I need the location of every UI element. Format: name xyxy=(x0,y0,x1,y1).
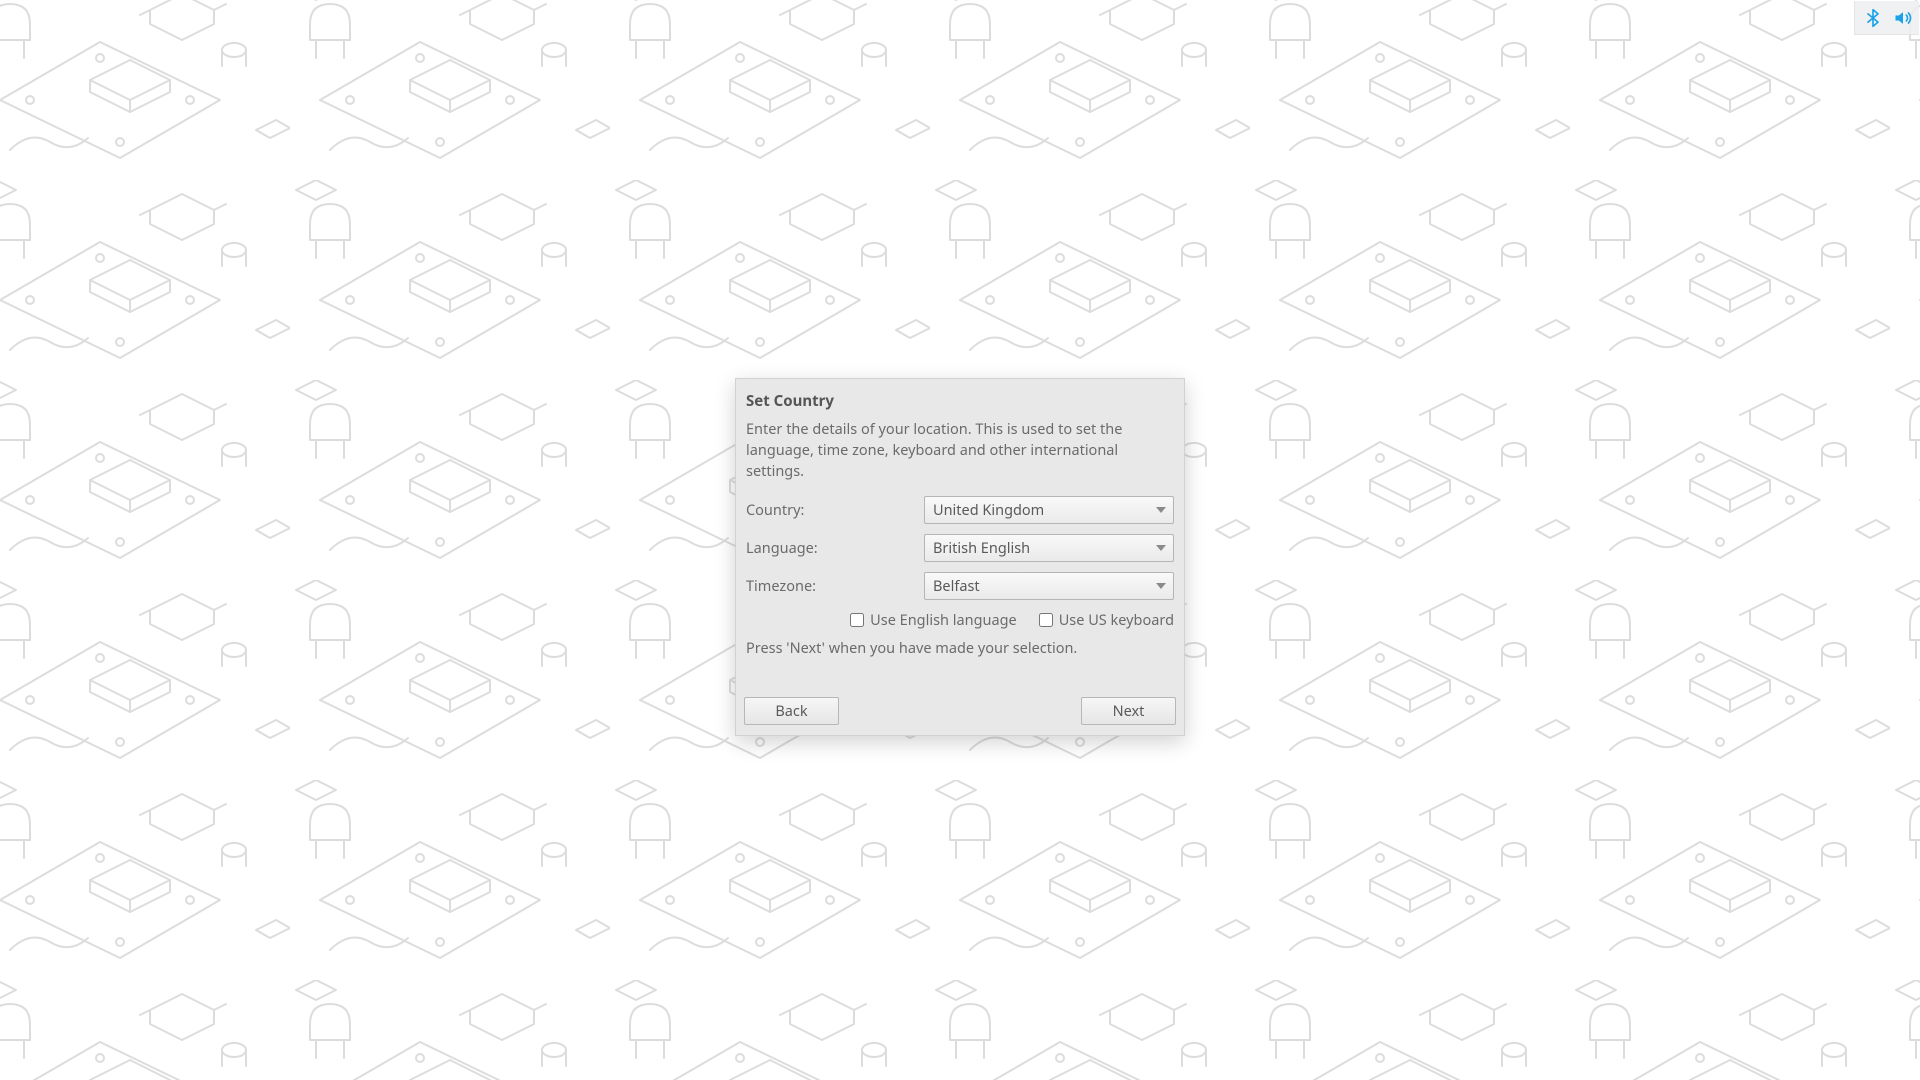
language-label: Language: xyxy=(746,538,916,558)
use-us-keyboard-label: Use US keyboard xyxy=(1059,610,1174,630)
use-us-keyboard-input[interactable] xyxy=(1039,613,1053,627)
dialog-description: Enter the details of your location. This… xyxy=(746,419,1174,482)
dialog-button-row: Back Next xyxy=(744,697,1176,725)
form-grid: Country: United Kingdom Language: Britis… xyxy=(746,496,1174,600)
country-label: Country: xyxy=(746,500,916,520)
back-button[interactable]: Back xyxy=(744,697,839,725)
timezone-select[interactable]: Belfast xyxy=(924,572,1174,600)
dialog-hint: Press 'Next' when you have made your sel… xyxy=(746,638,1174,659)
use-english-language-label: Use English language xyxy=(870,610,1017,630)
use-english-language-input[interactable] xyxy=(850,613,864,627)
volume-icon[interactable] xyxy=(1893,8,1913,28)
country-select-wrap: United Kingdom xyxy=(924,496,1174,524)
next-button[interactable]: Next xyxy=(1081,697,1176,725)
language-select[interactable]: British English xyxy=(924,534,1174,562)
checkbox-row: Use English language Use US keyboard xyxy=(746,610,1174,630)
setup-dialog-set-country: Set Country Enter the details of your lo… xyxy=(735,378,1185,736)
timezone-label: Timezone: xyxy=(746,576,916,596)
system-tray xyxy=(1854,1,1919,35)
country-select[interactable]: United Kingdom xyxy=(924,496,1174,524)
timezone-select-wrap: Belfast xyxy=(924,572,1174,600)
language-select-wrap: British English xyxy=(924,534,1174,562)
dialog-title: Set Country xyxy=(746,391,1176,411)
bluetooth-icon[interactable] xyxy=(1863,8,1883,28)
use-us-keyboard-checkbox[interactable]: Use US keyboard xyxy=(1039,610,1174,630)
use-english-language-checkbox[interactable]: Use English language xyxy=(850,610,1017,630)
